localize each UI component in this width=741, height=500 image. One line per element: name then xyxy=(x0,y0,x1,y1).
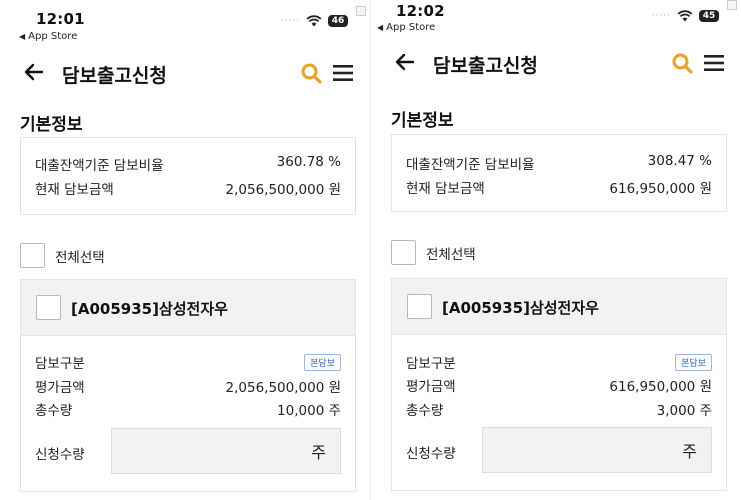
request-qty-label: 신청수량 xyxy=(35,447,85,463)
menu-icon[interactable] xyxy=(332,63,354,83)
total-value: 10,000 주 xyxy=(277,403,341,419)
ratio-label: 대출잔액기준 담보비율 xyxy=(35,158,164,174)
section-title: 기본정보 xyxy=(20,115,83,135)
amount-value: 2,056,500,000 원 xyxy=(225,182,341,198)
eval-label: 평가금액 xyxy=(35,380,85,396)
request-qty-input[interactable]: 주 xyxy=(482,427,712,473)
basic-info-box: 대출잔액기준 담보비율 308.47 % 현재 담보금액 616,950,000… xyxy=(391,134,727,212)
total-label: 총수량 xyxy=(406,403,444,419)
status-bar: 12:01 ◀ App Store ····· 46 xyxy=(0,0,370,46)
resize-corner-icon xyxy=(356,6,366,16)
back-to-app-link[interactable]: ◀ App Store xyxy=(377,22,435,33)
status-time: 12:01 xyxy=(36,10,85,28)
select-all-checkbox[interactable] xyxy=(20,243,45,268)
back-app-label: App Store xyxy=(28,31,78,42)
total-row: 총수량 3,000 주 xyxy=(406,399,712,419)
amount-label: 현재 담보금액 xyxy=(35,182,114,198)
type-label: 담보구분 xyxy=(35,356,85,372)
resize-corner-icon xyxy=(727,0,737,10)
item-checkbox[interactable] xyxy=(407,294,432,319)
eval-value: 616,950,000 원 xyxy=(609,379,712,395)
wifi-icon xyxy=(306,15,322,27)
battery-icon: 45 xyxy=(699,10,719,22)
page-title: 담보출고신청 xyxy=(62,65,167,87)
search-icon[interactable] xyxy=(300,62,322,84)
type-row: 담보구분 본담보 xyxy=(35,352,341,372)
status-icons: ····· 46 xyxy=(281,15,348,27)
status-bar: 12:02 ◀ App Store ····· 45 xyxy=(371,0,741,46)
item-name: [A005935]삼성전자우 xyxy=(442,299,599,317)
eval-value: 2,056,500,000 원 xyxy=(225,380,341,396)
page-title: 담보출고신청 xyxy=(433,55,538,77)
amount-label: 현재 담보금액 xyxy=(406,181,485,197)
screen-right: 12:02 ◀ App Store ····· 45 담보출고신청 기본정보 대출… xyxy=(371,0,741,500)
type-badge: 본담보 xyxy=(304,353,341,371)
ratio-label: 대출잔액기준 담보비율 xyxy=(406,157,535,173)
total-value: 3,000 주 xyxy=(656,403,712,419)
ratio-row: 대출잔액기준 담보비율 360.78 % xyxy=(35,154,341,174)
search-icon[interactable] xyxy=(671,52,693,74)
collateral-item-card: [A005935]삼성전자우 담보구분 본담보 평가금액 616,950,000… xyxy=(391,278,727,491)
amount-row: 현재 담보금액 616,950,000 원 xyxy=(406,177,712,197)
select-all-checkbox[interactable] xyxy=(391,240,416,265)
request-qty-unit: 주 xyxy=(311,443,326,462)
item-name: [A005935]삼성전자우 xyxy=(71,300,228,318)
item-header: [A005935]삼성전자우 xyxy=(392,279,726,335)
eval-row: 평가금액 2,056,500,000 원 xyxy=(35,376,341,396)
screen-left: 12:01 ◀ App Store ····· 46 담보출고신청 기본정보 대출… xyxy=(0,0,370,500)
select-all-label: 전체선택 xyxy=(426,246,476,263)
battery-icon: 46 xyxy=(328,15,348,27)
ratio-row: 대출잔액기준 담보비율 308.47 % xyxy=(406,153,712,173)
type-row: 담보구분 본담보 xyxy=(406,352,712,372)
select-all[interactable]: 전체선택 xyxy=(391,240,476,265)
collateral-item-card: [A005935]삼성전자우 담보구분 본담보 평가금액 2,056,500,0… xyxy=(20,279,356,492)
back-triangle-icon: ◀ xyxy=(19,32,26,41)
nav-bar: 담보출고신청 xyxy=(0,58,370,92)
eval-label: 평가금액 xyxy=(406,379,456,395)
back-arrow-icon[interactable] xyxy=(393,50,417,74)
request-qty-input[interactable]: 주 xyxy=(111,428,341,474)
item-header: [A005935]삼성전자우 xyxy=(21,280,355,336)
select-all[interactable]: 전체선택 xyxy=(20,243,105,268)
total-label: 총수량 xyxy=(35,403,73,419)
type-label: 담보구분 xyxy=(406,356,456,372)
menu-icon[interactable] xyxy=(703,53,725,73)
wifi-icon xyxy=(677,10,693,22)
select-all-label: 전체선택 xyxy=(55,249,105,266)
eval-row: 평가금액 616,950,000 원 xyxy=(406,375,712,395)
amount-row: 현재 담보금액 2,056,500,000 원 xyxy=(35,178,341,198)
back-triangle-icon: ◀ xyxy=(377,23,384,32)
back-to-app-link[interactable]: ◀ App Store xyxy=(19,31,77,42)
back-arrow-icon[interactable] xyxy=(22,60,46,84)
back-app-label: App Store xyxy=(386,22,436,33)
signal-dots-icon: ····· xyxy=(280,16,300,26)
amount-value: 616,950,000 원 xyxy=(609,181,712,197)
item-checkbox[interactable] xyxy=(36,295,61,320)
basic-info-box: 대출잔액기준 담보비율 360.78 % 현재 담보금액 2,056,500,0… xyxy=(20,137,356,215)
status-time: 12:02 xyxy=(396,2,445,20)
status-icons: ····· 45 xyxy=(652,10,719,22)
ratio-value: 308.47 % xyxy=(647,153,712,169)
type-badge: 본담보 xyxy=(675,353,712,371)
ratio-value: 360.78 % xyxy=(276,154,341,170)
request-qty-label: 신청수량 xyxy=(406,446,456,462)
nav-bar: 담보출고신청 xyxy=(371,48,741,82)
total-row: 총수량 10,000 주 xyxy=(35,399,341,419)
request-qty-unit: 주 xyxy=(682,442,697,461)
section-title: 기본정보 xyxy=(391,111,454,131)
signal-dots-icon: ····· xyxy=(651,11,671,21)
